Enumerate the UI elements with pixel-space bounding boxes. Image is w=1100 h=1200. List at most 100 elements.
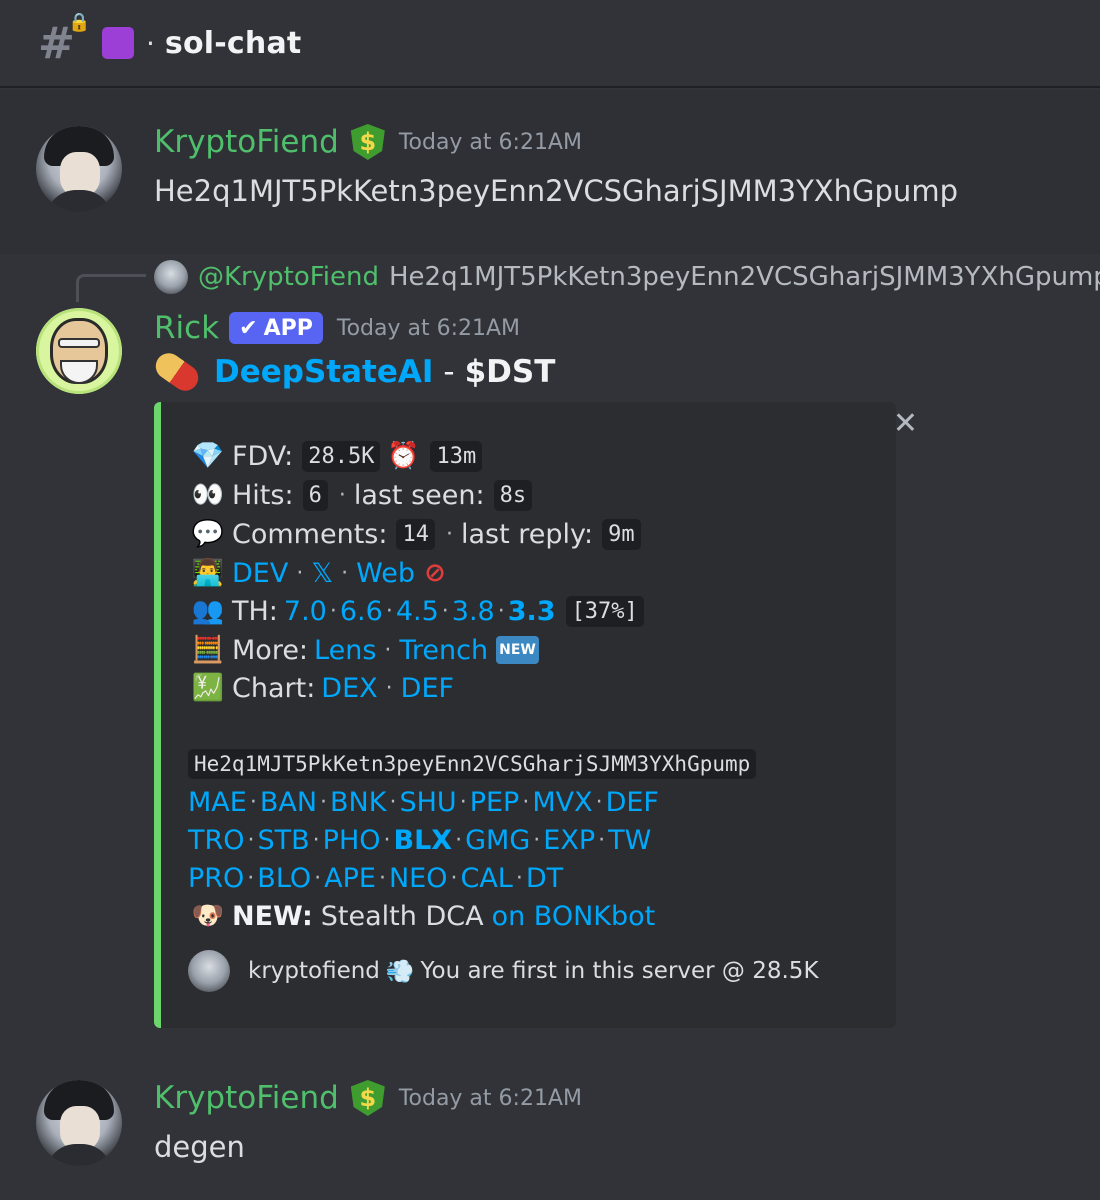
bot-username[interactable]: Rick [154,310,219,346]
bot-link[interactable]: MVX [532,787,592,818]
bot-link[interactable]: MAE [188,787,247,818]
title-dash: - [443,354,455,390]
bot-link[interactable]: DT [526,863,563,894]
reply-connector [76,274,146,302]
bot-link[interactable]: PEP [470,787,520,818]
bot-link[interactable]: GMG [465,825,530,856]
th-value[interactable]: 7.0 [284,596,327,627]
bot-avatar[interactable] [36,308,122,394]
bot-link[interactable]: TRO [188,825,245,856]
x-link[interactable]: 𝕏 [311,558,333,589]
reply-reference[interactable]: @KryptoFiend He2q1MJT5PkKetn3peyEnn2VCSG… [154,260,1100,294]
th-label: TH: [232,595,278,627]
username[interactable]: KryptoFiend [154,124,339,160]
channel-header: # 🔒 · sol-chat [0,0,1100,88]
lens-link[interactable]: Lens [314,635,376,666]
separator: · [320,789,328,815]
separator: · [338,482,346,508]
separator: · [515,865,523,891]
th-value[interactable]: 4.5 [396,596,439,627]
separator: · [598,827,606,853]
promo-label: NEW: [232,900,313,932]
trench-link[interactable]: Trench [399,635,488,666]
bot-link[interactable]: CAL [460,863,512,894]
message-3[interactable]: KryptoFiend $ Today at 6:21AM degen [0,1040,1100,1200]
channel-title: sol-chat [164,25,302,61]
bot-timestamp: Today at 6:21AM [336,315,521,341]
avatar[interactable] [36,1080,122,1166]
bot-link[interactable]: PHO [323,825,381,856]
message-1[interactable]: KryptoFiend $ Today at 6:21AM He2q1MJT5P… [0,90,1100,254]
dex-link[interactable]: DEX [321,673,377,704]
dev-link[interactable]: DEV [232,558,288,589]
check-icon: ✔ [239,315,258,341]
footer-avatar [188,950,230,992]
bot-links-row-1: MAE · BAN · BNK · SHU · PEP · MVX · DEF [188,784,659,820]
th-highlight-value[interactable]: 3.3 [508,596,556,627]
def-link[interactable]: DEF [401,673,454,704]
eyes-icon: 👀 [191,480,225,510]
bot-link[interactable]: TW [608,825,651,856]
no-web-icon: ⊘ [424,558,446,588]
app-badge: ✔ APP [229,312,323,344]
separator: · [247,827,255,853]
contract-address[interactable]: He2q1MJT5PkKetn3peyEnn2VCSGharjSJMM3YXhG… [188,749,757,779]
reply-mention[interactable]: @KryptoFiend [198,262,379,292]
fdv-label: FDV: [232,440,294,472]
bot-links-row-3: PRO · BLO · APE · NEO · CAL · DT [188,860,563,896]
th-value[interactable]: 3.8 [452,596,495,627]
separator: · [247,865,255,891]
separator: · [383,827,391,853]
chart-line: 💹 Chart: DEX · DEF [188,670,454,706]
separator: · [296,560,304,586]
last-reply-value: 9m [602,518,641,550]
hits-line: 👀 Hits: 6 · last seen: 8s [188,477,535,513]
links-line: 👨‍💻 DEV · 𝕏 · Web ⊘ [188,555,459,591]
bot-link[interactable]: PRO [188,863,244,894]
promo-link[interactable]: on BONKbot [492,901,656,932]
th-value[interactable]: 6.6 [340,596,383,627]
comments-line: 💬 Comments: 14 · last reply: 9m [188,516,644,552]
hits-value: 6 [302,479,328,511]
token-title: DeepStateAI - $DST [150,348,556,396]
reply-text[interactable]: He2q1MJT5PkKetn3peyEnn2VCSGharjSJMM3YXhG… [389,262,1100,292]
bot-link[interactable]: BAN [260,787,317,818]
bot-link[interactable]: SHU [399,787,456,818]
close-icon[interactable]: ✕ [893,406,918,441]
bot-link[interactable]: NEO [389,863,448,894]
avatar[interactable] [36,126,122,212]
separator: · [314,865,322,891]
bot-link[interactable]: APE [324,863,376,894]
separator: · [595,789,603,815]
message-header: KryptoFiend $ Today at 6:21AM [154,1080,582,1116]
channel-separator: · [146,26,155,60]
separator: · [533,827,541,853]
bot-message-header: Rick ✔ APP Today at 6:21AM [154,310,520,346]
token-embed: ✕ 💎 FDV: 28.5K ⏰ 13m 👀 Hits: 6 · last se… [154,402,918,1028]
message-text: He2q1MJT5PkKetn3peyEnn2VCSGharjSJMM3YXhG… [154,174,958,208]
token-name-link[interactable]: DeepStateAI [214,354,433,390]
people-icon: 👥 [191,596,225,626]
web-link[interactable]: Web [356,558,415,589]
hash-lock-icon: # 🔒 [38,11,91,69]
bot-link[interactable]: BLO [257,863,311,894]
reply-avatar [154,260,188,294]
money-badge-icon[interactable]: $ [350,1080,385,1116]
token-ticker: $DST [464,354,556,390]
bot-link[interactable]: DEF [606,787,659,818]
separator: · [445,521,453,547]
username[interactable]: KryptoFiend [154,1080,339,1116]
diamond-icon: 💎 [191,441,225,471]
footer-text: You are first in this server @ 28.5K [420,958,819,984]
money-badge-icon[interactable]: $ [350,124,385,160]
bot-link-highlight[interactable]: BLX [394,825,453,856]
bot-link[interactable]: BNK [330,787,386,818]
separator: · [341,560,349,586]
hits-label: Hits: [232,479,294,511]
promo-line: 🐶 NEW: Stealth DCA on BONKbot [188,898,655,934]
message-header: KryptoFiend $ Today at 6:21AM [154,124,582,160]
bot-link[interactable]: EXP [543,825,595,856]
separator: · [441,598,449,624]
bot-link[interactable]: STB [258,825,310,856]
more-line: 🧮 More: Lens · Trench NEW [188,632,539,668]
